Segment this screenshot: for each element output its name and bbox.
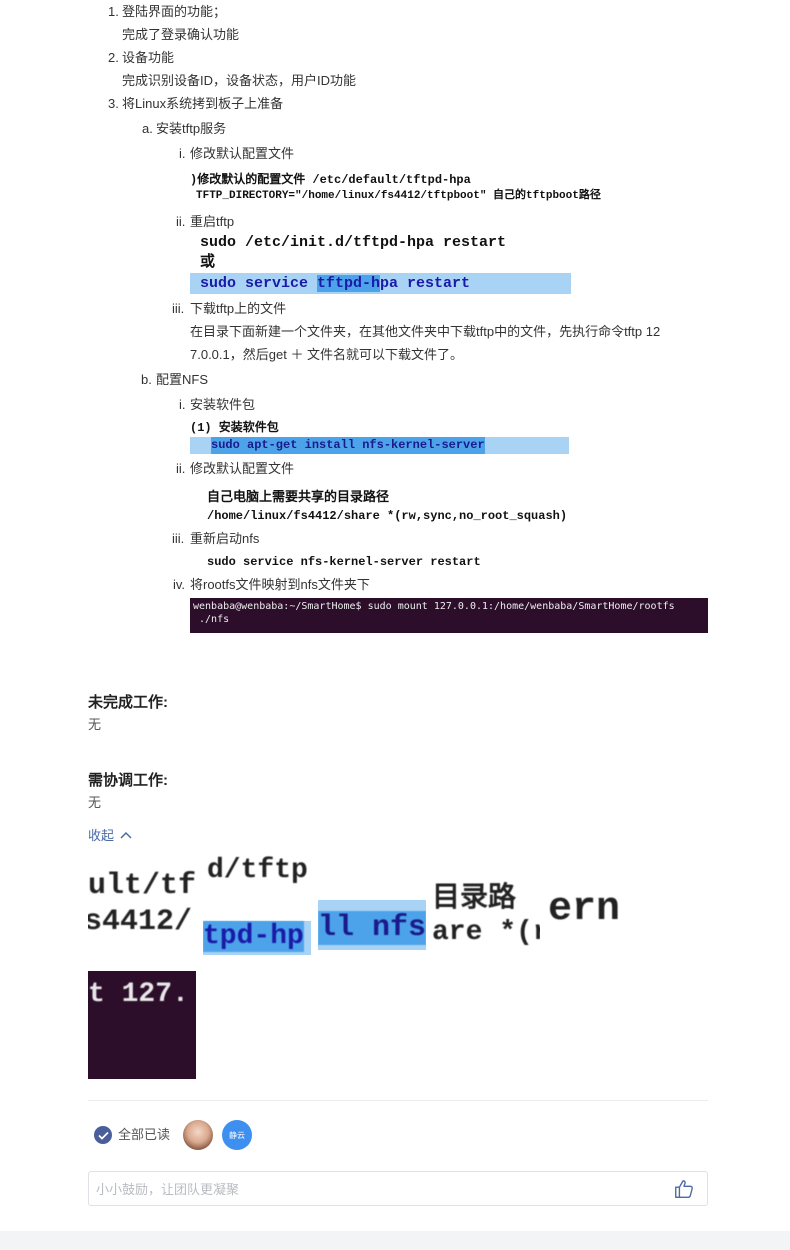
thumbnail-text: ult/tf xyxy=(88,869,196,903)
image-thumbnail-2[interactable]: d/tftp tpd-hp xyxy=(203,855,311,963)
thumbnail-text: 目录路 xyxy=(432,884,517,915)
terminal-line: ./nfs xyxy=(193,614,230,625)
image-thumbnail-6[interactable]: t 127. xyxy=(88,971,196,1079)
thumbnail-text: d/tftp xyxy=(207,855,308,886)
image-text-line: /home/linux/fs4412/share *(rw,sync,no_ro… xyxy=(207,509,568,523)
list-item-desc: 7.0.0.1，然后get ＋ 文件名就可以下载文件了。 xyxy=(190,347,464,362)
list-item-title: 设备功能 xyxy=(122,50,175,65)
image-thumbnail-5[interactable]: ern xyxy=(548,855,656,963)
thumbnail-text: s4412/ xyxy=(88,905,193,939)
thumbnail-text: t 127. xyxy=(88,979,189,1010)
nfs-install-image: (1) 安装软件包 xyxy=(190,419,279,437)
list-item-title: 登陆界面的功能； xyxy=(122,4,227,19)
section-value-unfinished: 无 xyxy=(88,717,102,732)
list-item-title: 重启tftp xyxy=(190,214,235,229)
terminal-line: wenbaba@wenbaba:~/SmartHome$ sudo mount … xyxy=(193,601,675,612)
tftp-config-image: )修改默认的配置文件 /etc/default/tftpd-hpa TFTP_D… xyxy=(190,172,601,204)
image-text-line: sudo /etc/init.d/tftpd-hpa restart xyxy=(200,234,507,251)
image-text-line: 自己电脑上需要共享的目录路径 xyxy=(207,490,390,505)
collapse-button[interactable]: 收起 xyxy=(88,825,132,844)
terminal-screenshot: wenbaba@wenbaba:~/SmartHome$ sudo mount … xyxy=(190,598,708,633)
comment-input[interactable]: 小小鼓励，让团队更凝聚 xyxy=(88,1171,708,1206)
image-thumbnail-4[interactable]: 目录路 are *(r xyxy=(432,855,540,963)
list-marker-iii: iii. xyxy=(172,531,185,546)
avatar-label: 静云 xyxy=(229,1130,245,1140)
list-item-title: 修改默认配置文件 xyxy=(190,461,295,476)
list-marker-a: a. xyxy=(142,121,153,136)
comment-placeholder: 小小鼓励，让团队更凝聚 xyxy=(96,1182,240,1197)
divider xyxy=(88,1100,708,1101)
list-marker-i: i. xyxy=(179,146,186,161)
nfs-install-command: sudo apt-get install nfs-kernel-server xyxy=(211,437,485,454)
check-circle-icon xyxy=(94,1126,112,1144)
image-text-selected: tftpd-h xyxy=(317,275,381,292)
tftp-restart-image: sudo /etc/init.d/tftpd-hpa restart 或 xyxy=(190,233,506,273)
list-item-title: 修改默认配置文件 xyxy=(190,146,295,161)
nfs-restart-image: sudo service nfs-kernel-server restart xyxy=(207,555,481,569)
list-item-title: 安装软件包 xyxy=(190,397,256,412)
page-footer-band xyxy=(0,1231,790,1250)
section-value-coordination: 无 xyxy=(88,795,102,810)
thumbnail-text: ern xyxy=(548,887,621,932)
section-title-coordination: 需协调工作: xyxy=(88,772,168,789)
list-marker-1: 1. xyxy=(108,4,119,19)
list-marker-i: i. xyxy=(179,397,186,412)
list-item-title: 配置NFS xyxy=(156,372,209,387)
image-text-segment: pa restart xyxy=(380,275,471,292)
image-text-line: )修改默认的配置文件 /etc/default/tftpd-hpa xyxy=(190,173,471,187)
image-thumbnail-1[interactable]: ult/tf s4412/ xyxy=(88,855,196,963)
list-marker-iii: iii. xyxy=(172,301,185,316)
image-text-segment: sudo service xyxy=(200,275,318,292)
image-text-line: TFTP_DIRECTORY="/home/linux/fs4412/tftpb… xyxy=(196,190,601,202)
image-text-line: (1) 安装软件包 xyxy=(190,421,279,435)
list-item-desc: 完成识别设备ID，设备状态，用户ID功能 xyxy=(122,73,357,88)
image-thumbnail-3[interactable]: ll nfs xyxy=(318,855,426,963)
image-text-line: 或 xyxy=(200,254,216,271)
thumbs-up-icon[interactable] xyxy=(673,1178,695,1200)
tftp-restart-selected-line: sudo service tftpd-hpa restart xyxy=(200,274,470,294)
list-item-title: 将rootfs文件映射到nfs文件夹下 xyxy=(190,577,370,592)
list-item-title: 下载tftp上的文件 xyxy=(190,301,287,316)
list-marker-ii: ii. xyxy=(176,461,186,476)
list-item-title: 将Linux系统拷到板子上准备 xyxy=(122,96,284,111)
thumbnail-text: ll nfs xyxy=(318,911,426,945)
list-item-desc: 在目录下面新建一个文件夹，在其他文件夹中下载tftp中的文件，先执行命令tftp… xyxy=(190,324,661,339)
list-marker-ii: ii. xyxy=(176,214,186,229)
avatar[interactable] xyxy=(183,1120,213,1150)
list-item-title: 重新启动nfs xyxy=(190,531,260,546)
list-marker-2: 2. xyxy=(108,50,119,65)
list-item-desc: 完成了登录确认功能 xyxy=(122,27,240,42)
thumbnail-text: are *(r xyxy=(432,917,540,948)
list-marker-b: b. xyxy=(141,372,152,387)
thumbnail-text: tpd-hp xyxy=(203,921,304,952)
list-marker-3: 3. xyxy=(108,96,119,111)
chevron-up-icon xyxy=(120,831,132,839)
nfs-config-image: 自己电脑上需要共享的目录路径 /home/linux/fs4412/share … xyxy=(207,489,567,525)
list-marker-iv: iv. xyxy=(173,577,186,592)
section-title-unfinished: 未完成工作: xyxy=(88,694,168,711)
collapse-label: 收起 xyxy=(88,828,115,843)
avatar[interactable]: 静云 xyxy=(222,1120,252,1150)
read-status-label[interactable]: 全部已读 xyxy=(118,1126,170,1144)
list-item-title: 安装tftp服务 xyxy=(156,121,227,136)
